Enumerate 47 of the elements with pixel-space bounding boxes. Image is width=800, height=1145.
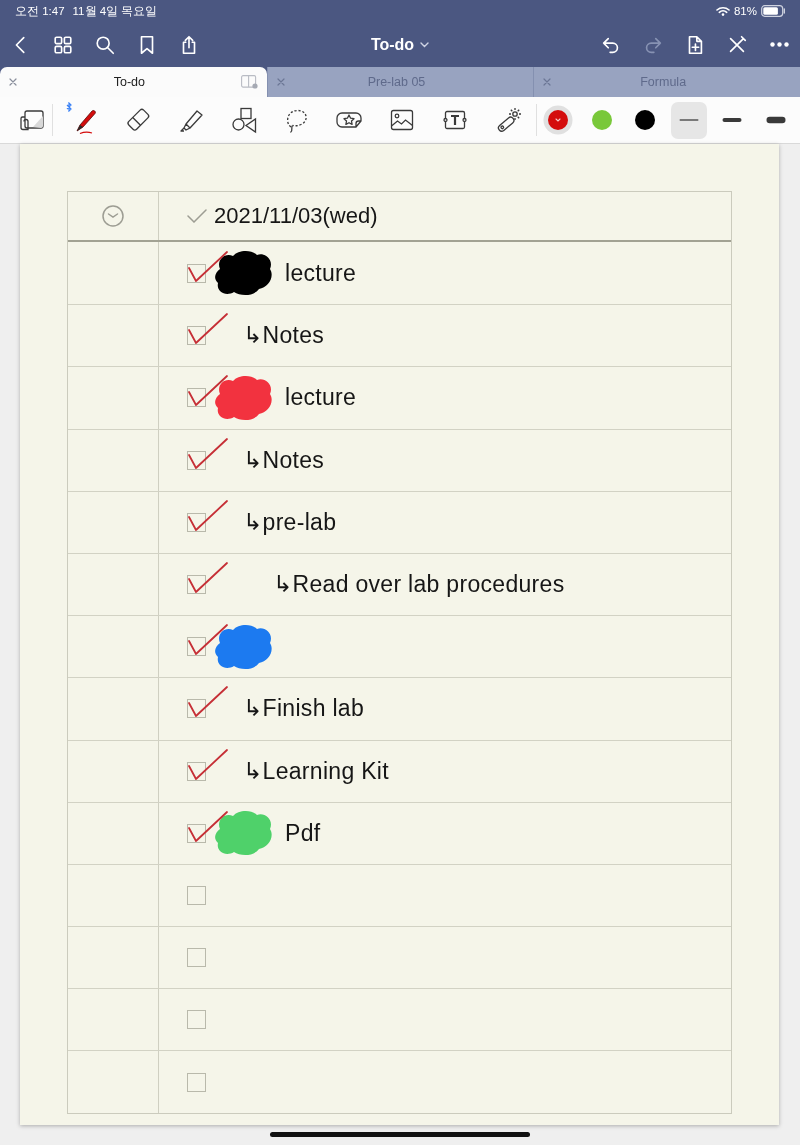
close-icon[interactable] (9, 78, 17, 86)
task-text: lecture (285, 384, 357, 412)
tab[interactable]: To-do (0, 67, 267, 97)
checkbox[interactable] (187, 948, 206, 968)
clock-icon (102, 205, 124, 227)
task-text: ↳Learning Kit (243, 757, 389, 785)
task-text: ↳Notes (243, 446, 325, 474)
grid-icon (52, 33, 74, 56)
status-date: 11월 4일 목요일 (72, 3, 158, 19)
checkbox[interactable] (187, 1010, 206, 1030)
bluetooth-icon (65, 102, 72, 112)
checkbox[interactable] (187, 761, 206, 781)
checkbox[interactable] (187, 512, 206, 532)
task-text: ↳pre-lab (243, 508, 337, 536)
task-text: lecture (285, 259, 357, 287)
search-icon (94, 33, 116, 56)
chevron-down-icon (420, 41, 430, 48)
checkbox[interactable] (187, 885, 206, 905)
checkbox[interactable] (187, 637, 206, 657)
task-text: ↳Notes (243, 322, 325, 350)
battery-icon (761, 5, 786, 17)
checkbox[interactable] (187, 326, 206, 346)
line-weight-icon (765, 116, 786, 124)
more-icon (769, 42, 789, 47)
battery-percentage: 81% (733, 5, 757, 17)
color-swatch-icon[interactable] (635, 110, 656, 130)
checkmark-icon (187, 209, 207, 223)
title-button[interactable]: To-do (370, 22, 430, 67)
wifi-icon (715, 6, 730, 16)
task-text: ↳Read over lab procedures (273, 571, 565, 599)
date-text: 2021/11/03(wed) (214, 203, 378, 229)
checkbox[interactable] (187, 450, 206, 470)
line-weight-icon (678, 116, 699, 124)
checkbox[interactable] (187, 823, 206, 843)
task-text: ↳Finish lab (243, 695, 364, 723)
checkbox[interactable] (187, 575, 206, 595)
color-swatch-icon[interactable] (591, 110, 612, 130)
color-swatch-icon[interactable] (543, 105, 574, 135)
status-time: 오전 1:47 (15, 3, 65, 19)
checkbox[interactable] (187, 1072, 206, 1092)
checkbox[interactable] (187, 388, 206, 408)
task-text: Pdf (285, 819, 321, 847)
tablet-icon (19, 108, 45, 132)
line-weight-icon (722, 116, 743, 124)
shapes-icon (229, 106, 258, 134)
checkbox[interactable] (187, 263, 206, 283)
checkbox[interactable] (187, 699, 206, 719)
